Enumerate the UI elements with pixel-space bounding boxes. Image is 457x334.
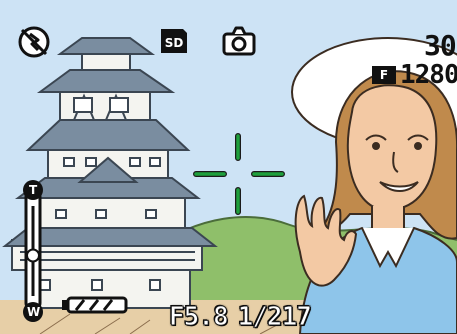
zoom-level-marker — [26, 248, 40, 263]
camera-lcd-screen: SD T W 30 F 1280 F5.8 1/217 — [0, 0, 457, 334]
zoom-tele-label: T — [29, 183, 38, 197]
shutter-speed-value: 1/217 — [237, 302, 312, 332]
viewfinder-scene: SD — [0, 0, 457, 334]
exposure-readout: F5.8 1/217 — [169, 302, 313, 332]
zoom-wide-label: W — [27, 305, 41, 319]
sd-card-icon: SD — [161, 29, 187, 53]
shots-remaining: 30 — [424, 29, 457, 62]
aperture-value: F5.8 — [169, 302, 230, 332]
fine-quality-icon: F — [372, 66, 396, 84]
flash-off-icon — [18, 26, 50, 58]
quality-resolution: F 1280 — [372, 60, 457, 90]
resolution-value: 1280 — [400, 60, 457, 90]
battery-full-icon — [62, 296, 128, 314]
zoom-bar — [23, 180, 43, 322]
sd-label: SD — [165, 36, 184, 50]
